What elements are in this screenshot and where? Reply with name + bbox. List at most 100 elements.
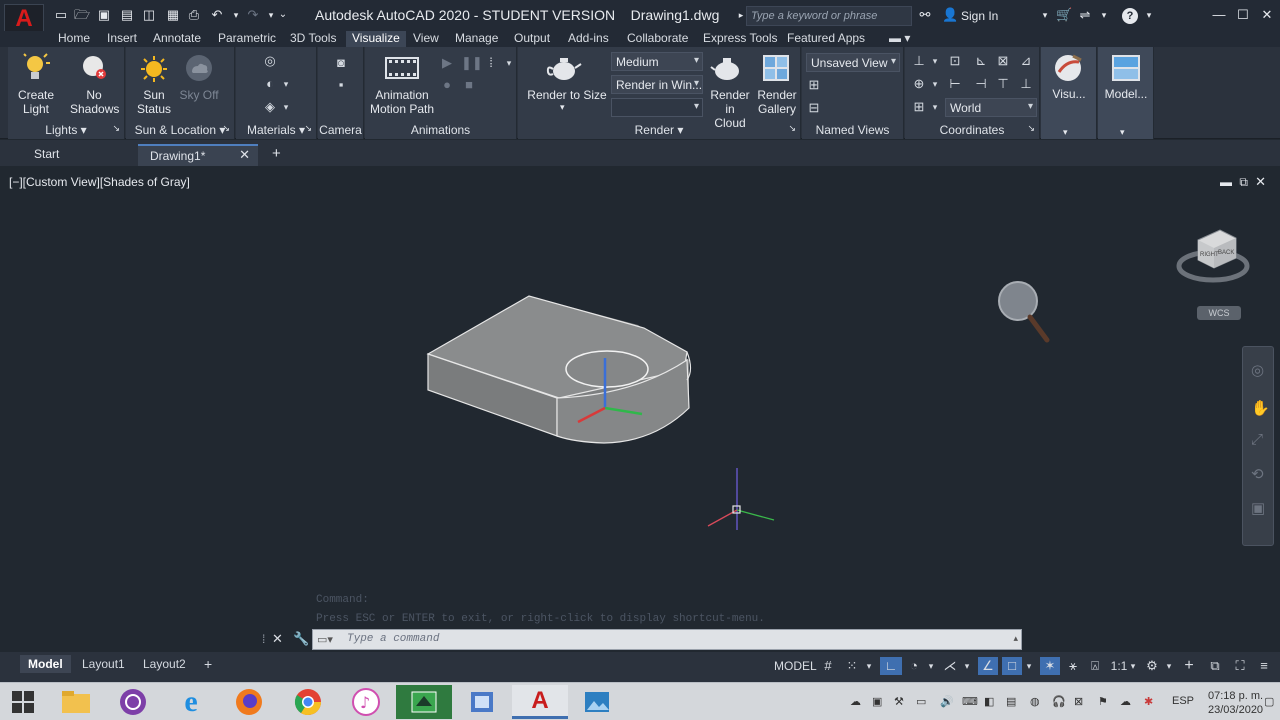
undo-icon[interactable]: ↶: [210, 8, 224, 22]
materials-on-off-icon[interactable]: ◐: [262, 76, 278, 92]
showmotion-icon[interactable]: ▣: [1251, 499, 1265, 517]
ucs-origin-icon[interactable]: ⊾: [973, 53, 989, 69]
lights-panel-title[interactable]: Lights ▾ ↘: [8, 123, 124, 137]
help-dropdown-icon[interactable]: ▾: [1142, 8, 1156, 22]
tab-visualize[interactable]: Visualize: [346, 31, 406, 47]
minimize-icon[interactable]: —: [1212, 8, 1226, 22]
close-icon[interactable]: ✕: [1260, 8, 1274, 22]
photos-icon[interactable]: [569, 685, 625, 719]
render-panel-title[interactable]: Render ▾ ↘: [518, 123, 800, 137]
onedrive-icon[interactable]: ☁: [1120, 695, 1131, 708]
redo-icon[interactable]: ↷: [246, 8, 260, 22]
create-camera-icon[interactable]: ◙: [333, 55, 349, 71]
ucs-y-icon[interactable]: ⊣: [973, 76, 989, 92]
internet-explorer-icon[interactable]: e: [163, 685, 219, 719]
snap-mode-icon[interactable]: ⁙: [844, 657, 860, 675]
app-icon-green[interactable]: [396, 685, 452, 719]
command-line-grip-icon[interactable]: ⁞: [262, 632, 265, 646]
save-icon[interactable]: ▣: [97, 8, 111, 22]
zoom-extents-icon[interactable]: ⤢: [1251, 431, 1263, 448]
ucs-3point-icon[interactable]: ⊥: [1018, 76, 1034, 92]
tab-collaborate[interactable]: Collaborate: [627, 31, 688, 47]
polar-dropdown-icon[interactable]: ▾: [926, 657, 936, 675]
workspace-dropdown-icon[interactable]: ▾: [1164, 657, 1174, 675]
ucs-icon[interactable]: ⊥: [911, 53, 927, 69]
a360-icon[interactable]: ⇌: [1078, 8, 1092, 22]
tor-browser-icon[interactable]: [105, 685, 161, 719]
itunes-icon[interactable]: ♪: [338, 685, 394, 719]
pan-icon[interactable]: ✋: [1251, 399, 1270, 417]
tab-home[interactable]: Home: [58, 31, 90, 47]
clock[interactable]: 07:18 p. m. 23/03/2020: [1208, 689, 1263, 717]
animation-dropdown-icon[interactable]: ▾: [501, 55, 517, 71]
model-space-button[interactable]: MODEL: [774, 657, 817, 675]
tab-insert[interactable]: Insert: [107, 31, 137, 47]
tray-icon-display[interactable]: ▣: [872, 695, 882, 708]
tab-view[interactable]: View: [413, 31, 439, 47]
wcs-menu[interactable]: WCS: [1197, 306, 1241, 320]
save-as-icon[interactable]: ▤: [120, 8, 134, 22]
search-input[interactable]: Type a keyword or phrase: [746, 6, 912, 26]
tab-manage[interactable]: Manage: [455, 31, 498, 47]
tray-icon-a[interactable]: ◧: [984, 695, 994, 708]
tab-express-tools[interactable]: Express Tools: [703, 31, 777, 47]
coordinates-panel-title[interactable]: Coordinates ↘: [905, 123, 1039, 137]
named-views-panel-title[interactable]: Named Views: [802, 123, 903, 137]
view-manager-icon[interactable]: ⊟: [806, 100, 822, 116]
object-snap-tracking-icon[interactable]: ∠: [978, 657, 998, 675]
tray-icon-tools[interactable]: ⚒: [894, 695, 904, 708]
command-input[interactable]: ▭▾ Type a command ▴: [312, 629, 1022, 650]
autocad-taskbar-icon[interactable]: A: [512, 685, 568, 719]
render-region-input[interactable]: [611, 98, 703, 117]
undo-dropdown-icon[interactable]: ▾: [229, 8, 243, 22]
units-icon[interactable]: ⧉: [1206, 657, 1224, 675]
tray-icon-b[interactable]: ▤: [1006, 695, 1016, 708]
panel-visual-styles[interactable]: Visu... ▾: [1041, 47, 1097, 139]
steering-wheel-icon[interactable]: ◎: [1251, 361, 1264, 379]
ucs-object-icon[interactable]: ⊿: [1018, 53, 1034, 69]
play-icon[interactable]: ▶: [439, 55, 455, 71]
materials-dropdown-icon[interactable]: ▾: [278, 76, 294, 92]
customization-menu-icon[interactable]: ≡: [1254, 657, 1274, 675]
animation-motion-path-button[interactable]: Animation Motion Path: [369, 88, 435, 116]
tray-icon-c[interactable]: ◍: [1030, 695, 1040, 708]
ucs-face-icon[interactable]: ⊕: [911, 76, 927, 92]
web-mobile-icon[interactable]: ◫: [142, 8, 156, 22]
snap-dropdown-icon[interactable]: ▾: [864, 657, 874, 675]
show-camera-icon[interactable]: ▪: [333, 77, 349, 93]
tray-icon-d[interactable]: ⊠: [1074, 695, 1083, 708]
annotation-scale-value[interactable]: 1:1: [1108, 657, 1130, 675]
plot-icon[interactable]: ⎙: [187, 8, 201, 22]
tab-parametric[interactable]: Parametric: [218, 31, 276, 47]
isometric-dropdown-icon[interactable]: ▾: [962, 657, 972, 675]
add-layout-icon[interactable]: +: [196, 655, 220, 673]
ucs-view-icon[interactable]: ⊠: [995, 53, 1011, 69]
new-tab-icon[interactable]: +: [260, 144, 281, 166]
command-close-icon[interactable]: ✕: [272, 631, 283, 647]
ribbon-toggle-icon[interactable]: ▬ ▾: [889, 31, 910, 47]
grid-icon[interactable]: #: [820, 657, 836, 675]
tab-add-ins[interactable]: Add-ins: [568, 31, 609, 47]
annotation-visibility-icon[interactable]: ✶: [1040, 657, 1060, 675]
polar-tracking-icon[interactable]: ◔: [906, 657, 922, 675]
camera-panel-title[interactable]: Camera: [318, 123, 363, 137]
chrome-icon[interactable]: [280, 685, 336, 719]
ucs-display-icon[interactable]: ⊞: [911, 99, 927, 115]
material-mapping-icon[interactable]: ◈: [262, 99, 278, 115]
annotation-monitor-icon[interactable]: +: [1180, 657, 1198, 675]
help-icon[interactable]: ?: [1122, 8, 1138, 24]
sign-in-dropdown-icon[interactable]: ▾: [1038, 8, 1052, 22]
orbit-icon[interactable]: ⟲: [1251, 465, 1264, 483]
workspace-gear-icon[interactable]: ⚙: [1144, 657, 1160, 675]
no-shadows-button[interactable]: No Shadows: [70, 88, 119, 116]
model-viewports-dropdown-icon[interactable]: ▾: [1120, 125, 1125, 139]
drawing-viewport[interactable]: [−][Custom View][Shades of Gray] ▬ ⧉ ✕ R…: [4, 170, 1276, 648]
render-in-select[interactable]: Render in Win...: [611, 75, 703, 94]
animations-panel-title[interactable]: Animations: [365, 123, 516, 137]
command-history-toggle-icon[interactable]: ▴: [1013, 633, 1018, 644]
render-to-size-button[interactable]: Render to Size: [524, 88, 610, 102]
save-web-icon[interactable]: ▦: [166, 8, 180, 22]
command-prompt-icon[interactable]: ▭▾: [317, 633, 333, 646]
object-snap-icon[interactable]: □: [1002, 657, 1022, 675]
cart-icon[interactable]: 🛒: [1056, 8, 1072, 22]
